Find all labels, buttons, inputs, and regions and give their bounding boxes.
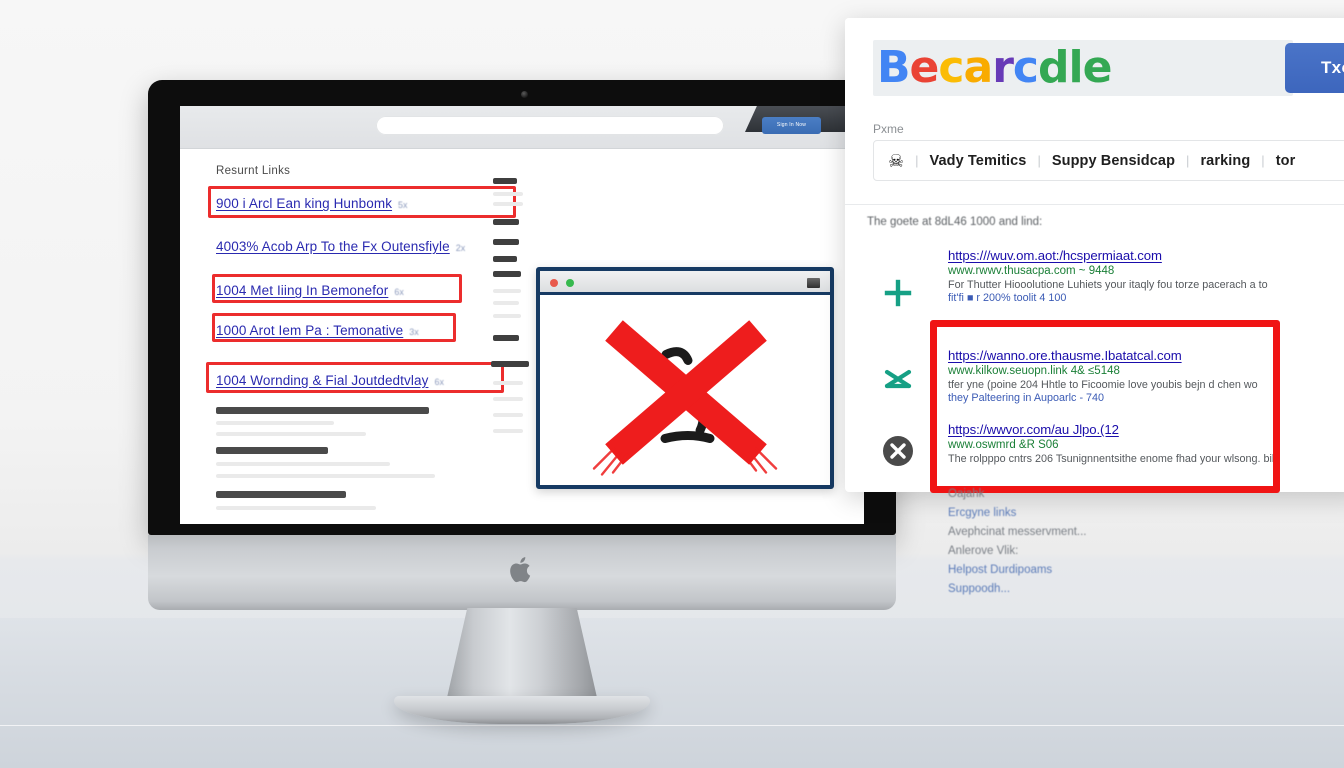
skeleton-line [493, 429, 523, 433]
logo-letter: c [1012, 42, 1039, 93]
side-list-item-5[interactable]: Helpost Durdipoams [948, 564, 1052, 576]
annotation-box-4 [206, 362, 504, 393]
logo-letter: r [992, 42, 1014, 93]
side-list-item-1: Oajahk [948, 488, 985, 500]
monitor-stand-base [394, 696, 650, 724]
logo-letter: c [938, 42, 964, 93]
side-list-item-2[interactable]: Ercgyne links [948, 507, 1016, 519]
nav-separator: | [1261, 153, 1265, 168]
skeleton-line [493, 178, 517, 184]
result-site: www.rwwv.thusacpa.com ~ 9448 [948, 265, 1115, 277]
red-x-mark-icon [592, 320, 778, 476]
nav-separator: | [1037, 153, 1041, 168]
logo-letter: d [1037, 42, 1069, 93]
browser-cta-button[interactable]: Sign In Now [762, 117, 821, 134]
desk-edge-line [0, 725, 1344, 726]
skeleton-line [493, 192, 523, 196]
close-dot-icon[interactable] [550, 279, 558, 287]
results-annotation-box [930, 320, 1280, 493]
imac-computer: Sign In Now Resurnt Links 900 i Arcl Ean… [148, 80, 896, 724]
annotation-box-1 [208, 186, 516, 218]
skeleton-line [216, 462, 390, 466]
skeleton-line [493, 202, 523, 206]
skeleton-line [216, 432, 366, 436]
side-list-item-3: Avephcinat messervment... [948, 526, 1087, 538]
nav-item-3[interactable]: rarking [1200, 153, 1250, 169]
webcam-icon [521, 91, 528, 98]
skeleton-line [216, 506, 376, 510]
green-x-icon [884, 369, 912, 389]
skeleton-line [493, 271, 521, 277]
nav-separator: | [915, 153, 919, 168]
panel-sublabel: Pxme [873, 122, 904, 136]
green-plus-icon [884, 279, 912, 307]
panel-divider [845, 204, 1344, 205]
skeleton-line [493, 256, 517, 262]
result-description: For Thutter Hiooolutione Luhiets your it… [948, 279, 1268, 291]
dark-circle-x-icon[interactable] [881, 434, 915, 468]
skeleton-line [493, 413, 523, 417]
result-link-row-2[interactable]: 4003% Acob Arp To the Fx Outensfiyle 2x [216, 239, 465, 254]
webpage-content: Resurnt Links 900 i Arcl Ean king Hunbom… [180, 149, 864, 524]
skeleton-line [493, 335, 519, 341]
skeleton-line [493, 314, 521, 318]
logo-letter: e [909, 42, 940, 93]
panel-navigation-bar: ☠ | Vady Temitics | Suppy Bensidcap | ra… [873, 140, 1344, 181]
result-meta: fit'fi ■ r 200% toolit 4 100 [948, 292, 1067, 304]
skeleton-line [493, 219, 519, 225]
skeleton-line [493, 381, 523, 385]
skeleton-line [493, 289, 521, 293]
skeleton-line [493, 301, 519, 305]
skeleton-line [216, 407, 429, 414]
nav-item-2[interactable]: Suppy Bensidcap [1052, 153, 1175, 169]
skeleton-line [216, 447, 328, 454]
apple-logo-icon [510, 557, 531, 583]
annotation-box-2 [212, 274, 462, 303]
result-url[interactable]: https:///wuv.om.aot:/hcspermiaat.com [948, 248, 1344, 263]
skeleton-line [216, 474, 435, 478]
maximize-dot-icon[interactable] [566, 279, 574, 287]
result-link-suffix: 2x [455, 243, 466, 253]
monitor-chin [148, 535, 896, 610]
monitor-bezel: Sign In Now Resurnt Links 900 i Arcl Ean… [148, 80, 896, 535]
skeleton-line [493, 397, 523, 401]
person-figure-icon[interactable]: ☠ [888, 152, 904, 170]
primary-cta-button[interactable]: Txo [1285, 43, 1344, 93]
search-panel-header: Becarcdle Txo Pxme ☠ | Vady Temitics | S… [845, 18, 1344, 193]
nav-item-4[interactable]: tor [1276, 153, 1296, 169]
nav-separator: | [1186, 153, 1190, 168]
result-link-text[interactable]: 4003% Acob Arp To the Fx Outensfiyle [216, 239, 450, 254]
blocked-site-window [536, 267, 834, 489]
monitor-screen: Sign In Now Resurnt Links 900 i Arcl Ean… [180, 106, 864, 524]
inner-window-titlebar [540, 271, 830, 295]
monitor-stand-neck [446, 608, 598, 702]
side-list-item-4: Anlerove Vlik: [948, 545, 1019, 557]
logo-letter: e [1082, 42, 1113, 93]
skeleton-line [216, 421, 334, 425]
becarcle-logo: Becarcdle [877, 42, 1113, 94]
logo-letter: a [963, 42, 993, 93]
skeleton-line [493, 239, 519, 245]
browser-toolbar: Sign In Now [180, 106, 864, 149]
nav-item-1[interactable]: Vady Temitics [930, 153, 1027, 169]
logo-letter: B [877, 42, 911, 93]
window-badge-icon [807, 278, 820, 288]
side-list-item-6[interactable]: Suppoodh... [948, 583, 1010, 595]
results-intro-text: The goete at 8dL46 1000 and lind: [867, 216, 1043, 228]
search-result-1[interactable]: https:///wuv.om.aot:/hcspermiaat.com www… [948, 248, 1344, 304]
annotation-box-3 [212, 313, 456, 342]
logo-letter: l [1068, 42, 1083, 93]
page-title: Resurnt Links [216, 165, 291, 177]
skeleton-line [491, 361, 529, 367]
inner-window-body [540, 295, 830, 485]
skeleton-line [216, 491, 346, 498]
address-bar[interactable] [376, 116, 724, 135]
